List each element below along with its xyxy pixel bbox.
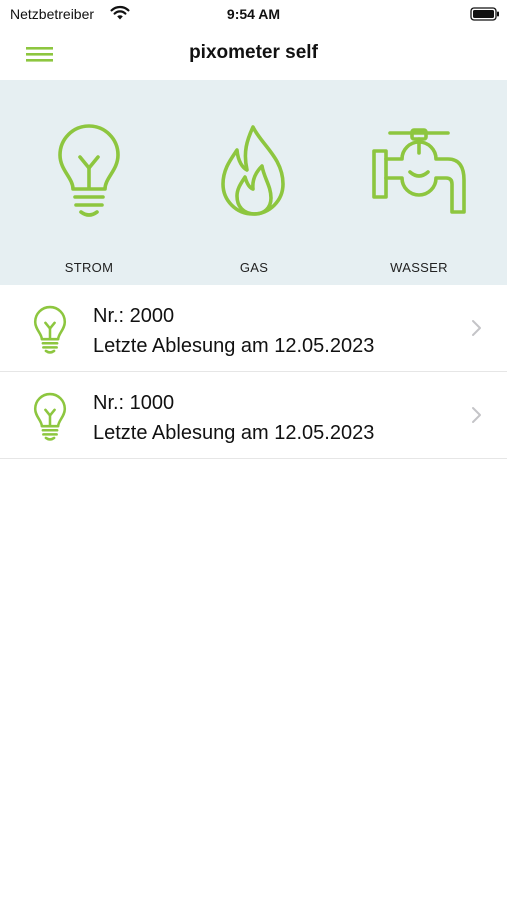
meter-last-reading: Letzte Ablesung am 12.05.2023 [93, 422, 375, 444]
lightbulb-icon [33, 305, 67, 354]
nav-bar: pixometer self [0, 28, 507, 80]
lightbulb-icon [58, 124, 120, 217]
meter-list: Nr.: 2000 Letzte Ablesung am 12.05.2023 … [0, 285, 507, 459]
meter-number: Nr.: 2000 [93, 305, 175, 327]
status-bar: Netzbetreiber 9:54 AM [0, 0, 507, 28]
category-wasser[interactable]: WASSER [334, 80, 504, 285]
category-label-wasser: WASSER [390, 260, 448, 275]
category-selector: STROM GAS WASSER [0, 80, 507, 285]
category-gas[interactable]: GAS [169, 80, 339, 285]
category-label-gas: GAS [239, 260, 269, 275]
meter-row[interactable]: Nr.: 1000 Letzte Ablesung am 12.05.2023 [0, 372, 507, 459]
category-label-strom: STROM [64, 260, 114, 275]
meter-number: Nr.: 1000 [93, 392, 175, 414]
battery-icon [470, 7, 499, 21]
page-title: pixometer self [189, 42, 318, 63]
meter-last-reading: Letzte Ablesung am 12.05.2023 [93, 335, 375, 357]
flame-icon [221, 125, 285, 216]
lightbulb-icon [33, 392, 67, 441]
chevron-right-icon [472, 407, 481, 423]
meter-row[interactable]: Nr.: 2000 Letzte Ablesung am 12.05.2023 [0, 285, 507, 372]
status-time: 9:54 AM [226, 6, 281, 22]
chevron-right-icon [472, 320, 481, 336]
category-strom[interactable]: STROM [4, 80, 174, 285]
water-tap-icon [372, 128, 466, 214]
